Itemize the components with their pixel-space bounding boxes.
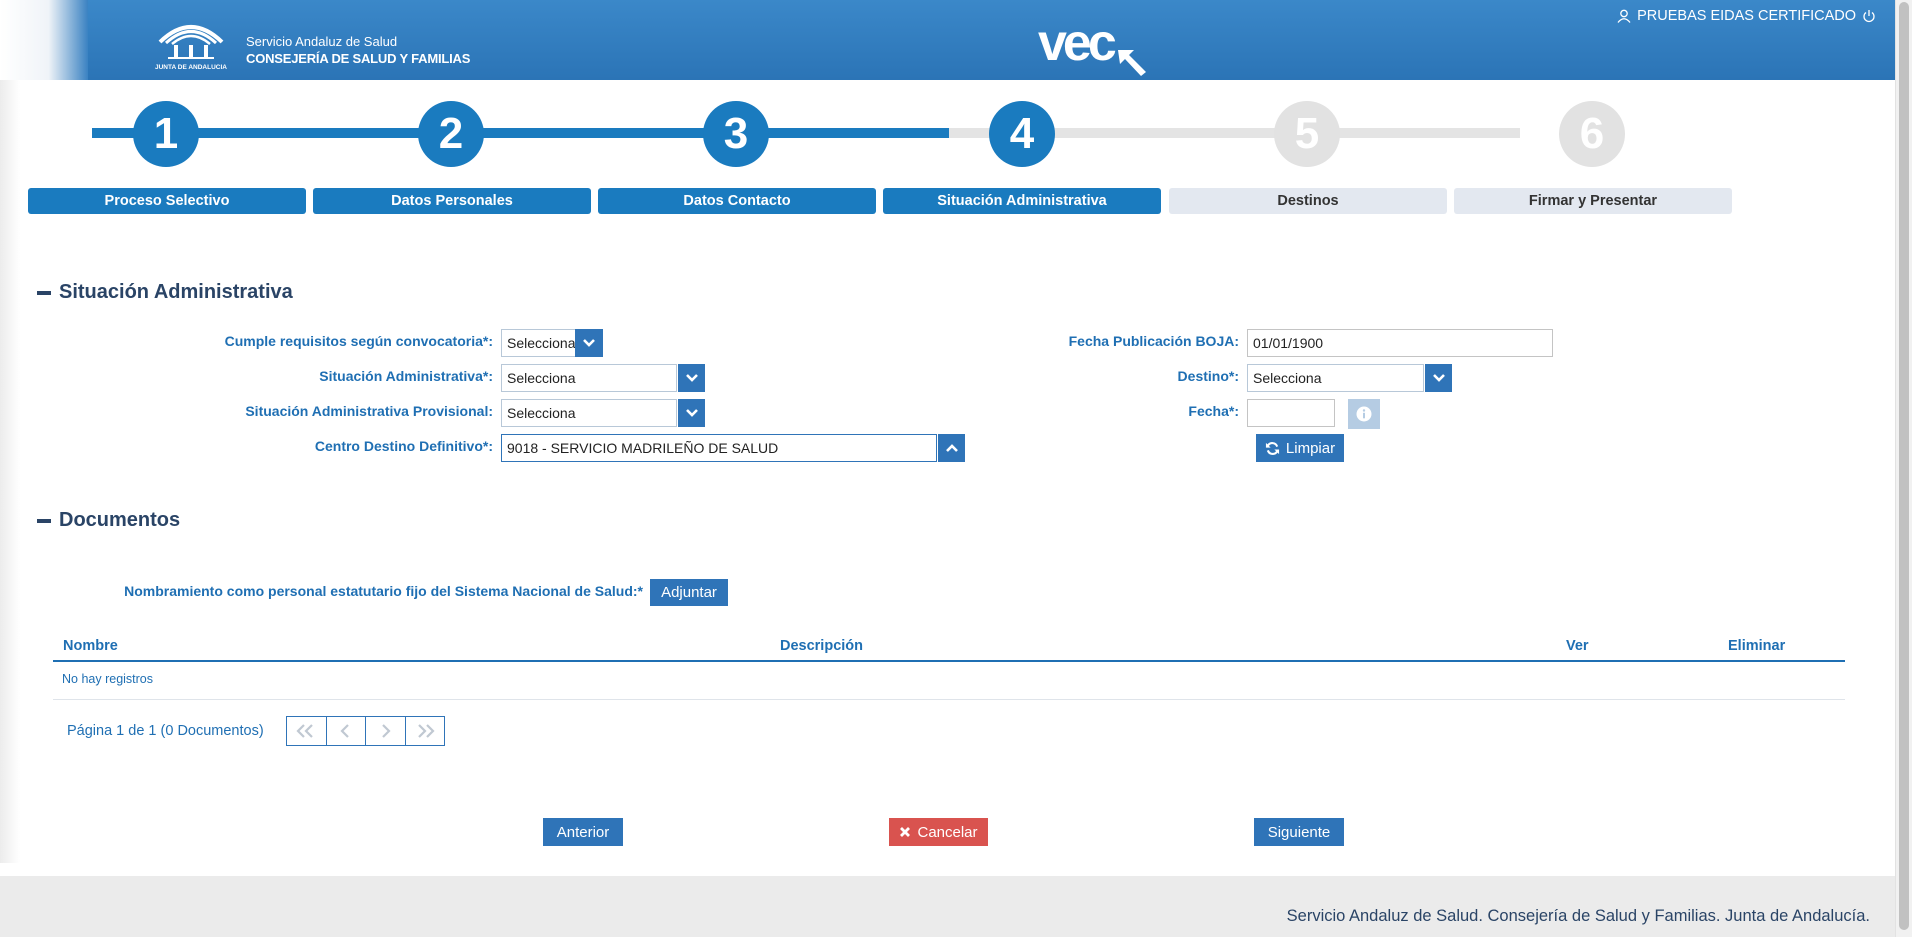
empty-message: No hay registros [62,672,154,686]
chevron-down-icon[interactable] [575,329,603,357]
collapse-icon[interactable] [37,290,51,295]
destino-label: Destino*: [1177,368,1239,384]
col-eliminar: Eliminar [1728,638,1786,654]
table-row-divider [53,699,1845,700]
situacion-value: Selecciona [507,370,576,386]
step-5-label: Destinos [1169,188,1447,214]
chevron-down-icon[interactable] [678,364,705,392]
centro-value: 9018 - SERVICIO MADRILEÑO DE SALUD [507,440,779,456]
chevron-down-icon[interactable] [1425,364,1452,392]
double-chevron-left-icon [296,724,314,738]
page-footer: Servicio Andaluz de Salud. Consejería de… [0,876,1895,937]
info-button[interactable] [1348,399,1380,429]
col-ver: Ver [1566,638,1589,654]
step-6-label: Firmar y Presentar [1454,188,1732,214]
step-2-label[interactable]: Datos Personales [313,188,591,214]
close-icon [900,827,911,837]
destino-value: Selecciona [1253,370,1322,386]
scrollbar-thumb[interactable] [1899,2,1909,930]
pagination-info: Página 1 de 1 (0 Documentos) [67,723,264,739]
prev-page-button[interactable] [327,717,366,745]
centro-select[interactable]: 9018 - SERVICIO MADRILEÑO DE SALUD [501,434,965,462]
cumple-value: Selecciona [507,335,576,351]
situacion-select[interactable]: Selecciona [501,364,705,392]
wizard-steps: 1 2 3 4 5 6 Proceso Selectivo Datos Pers… [0,80,1895,230]
step-4-circle[interactable]: 4 [989,101,1055,167]
first-page-button[interactable] [287,717,327,745]
chevron-left-icon [340,724,349,738]
footer-text: Servicio Andaluz de Salud. Consejería de… [1286,907,1870,925]
vertical-scrollbar[interactable] [1895,0,1912,937]
user-icon [1617,9,1631,23]
info-icon [1356,406,1372,422]
documents-table-header: Nombre Descripción Ver Eliminar [53,632,1845,662]
org-name: Servicio Andaluz de Salud CONSEJERÍA DE … [246,34,470,68]
siguiente-button[interactable]: Siguiente [1254,818,1344,846]
next-page-button[interactable] [366,717,406,745]
chevron-right-icon [382,724,391,738]
destino-select[interactable]: Selecciona [1247,364,1452,392]
refresh-icon [1265,441,1279,455]
junta-andalucia-logo: JUNTA DE ANDALUCIA [155,25,227,71]
fecha-boja-label: Fecha Publicación BOJA: [1068,333,1239,349]
last-page-button[interactable] [406,717,445,745]
fecha-label: Fecha*: [1188,403,1239,419]
chevron-up-icon[interactable] [938,434,965,462]
centro-label: Centro Destino Definitivo*: [314,438,493,454]
cancelar-button[interactable]: Cancelar [889,818,988,846]
cumple-label: Cumple requisitos según convocatoria*: [224,333,493,349]
app-header: JUNTA DE ANDALUCIA Servicio Andaluz de S… [0,0,1895,80]
limpiar-button[interactable]: Limpiar [1256,434,1344,462]
provisional-value: Selecciona [507,405,576,421]
user-name: PRUEBAS EIDAS CERTIFICADO [1637,8,1856,24]
double-chevron-right-icon [417,724,435,738]
svg-text:JUNTA DE ANDALUCIA: JUNTA DE ANDALUCIA [155,64,227,71]
step-1-circle[interactable]: 1 [133,101,199,167]
fecha-boja-input[interactable]: 01/01/1900 [1247,329,1553,357]
col-descripcion[interactable]: Descripción [780,638,863,654]
adjuntar-button[interactable]: Adjuntar [650,579,728,606]
cumple-select[interactable]: Selecciona [501,329,603,357]
step-6-circle: 6 [1559,101,1625,167]
section-documentos-title[interactable]: Documentos [37,509,180,532]
provisional-select[interactable]: Selecciona [501,399,705,427]
svg-text:vec: vec [1038,14,1116,72]
cancelar-label: Cancelar [917,823,978,841]
step-3-label[interactable]: Datos Contacto [598,188,876,214]
fecha-input[interactable] [1247,399,1335,427]
step-3-circle[interactable]: 3 [703,101,769,167]
org-line2: CONSEJERÍA DE SALUD Y FAMILIAS [246,51,471,66]
step-1-label[interactable]: Proceso Selectivo [28,188,306,214]
pagination-controls [286,716,445,746]
step-4-label[interactable]: Situación Administrativa [883,188,1161,214]
page: JUNTA DE ANDALUCIA Servicio Andaluz de S… [0,0,1912,937]
collapse-icon[interactable] [37,518,51,523]
situacion-label: Situación Administrativa*: [319,368,493,384]
anterior-button[interactable]: Anterior [543,818,623,846]
section-situacion-label: Situación Administrativa [59,281,293,303]
section-documentos-label: Documentos [59,509,181,531]
chevron-down-icon[interactable] [678,399,705,427]
section-situacion-title[interactable]: Situación Administrativa [37,281,293,304]
user-menu[interactable]: PRUEBAS EIDAS CERTIFICADO [1617,8,1876,24]
power-icon[interactable] [1862,9,1876,23]
step-2-circle[interactable]: 2 [418,101,484,167]
header-left-strip [0,0,88,80]
step-5-circle: 5 [1274,101,1340,167]
org-line1: Servicio Andaluz de Salud [246,34,398,49]
progress-line-completed [92,128,949,138]
vec-brand-logo[interactable]: vec [1036,10,1156,76]
nombramiento-label: Nombramiento como personal estatutario f… [124,583,643,599]
limpiar-label: Limpiar [1285,439,1336,457]
col-nombre[interactable]: Nombre [63,638,118,654]
provisional-label: Situación Administrativa Provisional: [245,403,493,419]
